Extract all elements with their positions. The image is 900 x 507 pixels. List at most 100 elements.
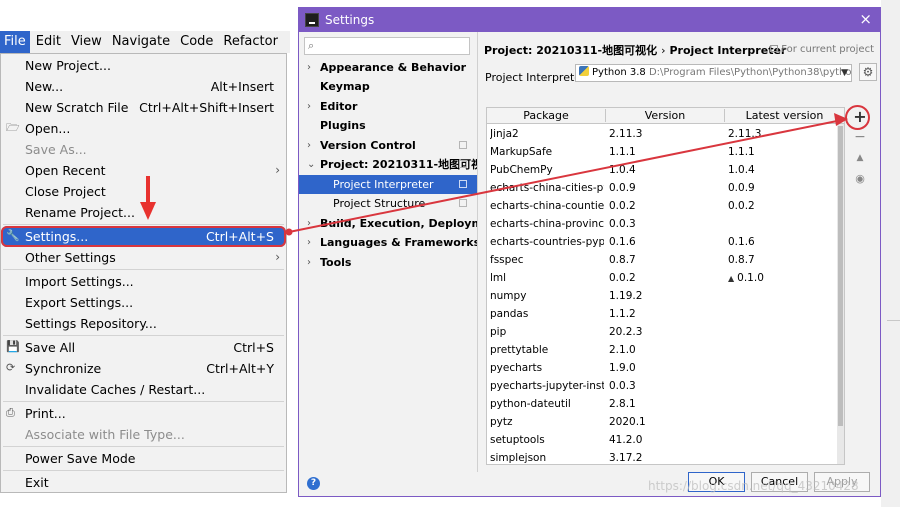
dialog-titlebar: Settings × xyxy=(299,8,880,32)
latest-version-text: 1.1.1 xyxy=(728,146,755,158)
chevron-right-icon[interactable]: › xyxy=(307,97,311,116)
menu-item-label: Other Settings xyxy=(25,250,116,265)
package-row[interactable]: pandas 1.1.2 xyxy=(487,305,844,323)
menu-refactor[interactable]: Refactor xyxy=(219,31,282,53)
interpreter-select[interactable]: Python 3.8 D:\Program Files\Python\Pytho… xyxy=(575,64,852,82)
file-menu-item[interactable]: ⟳ Synchronize Ctrl+Alt+Y xyxy=(1,358,286,379)
settings-tree-item[interactable]: › Languages & Frameworks xyxy=(299,233,480,252)
package-row[interactable]: prettytable 2.1.0 xyxy=(487,341,844,359)
menu-item-label: Power Save Mode xyxy=(25,451,136,466)
menu-item-label: Save All xyxy=(25,340,76,355)
package-row[interactable]: pip 20.2.3 xyxy=(487,323,844,341)
menu-separator xyxy=(3,401,284,402)
file-menu-item[interactable]: Power Save Mode xyxy=(1,448,286,469)
settings-tree-item[interactable]: Plugins xyxy=(299,116,477,135)
file-menu-item[interactable]: New Project... xyxy=(1,55,286,76)
file-menu-item[interactable]: New Scratch File Ctrl+Alt+Shift+Insert xyxy=(1,97,286,118)
file-menu-item[interactable]: Settings Repository... xyxy=(1,313,286,334)
settings-tree-item[interactable]: › Tools xyxy=(299,253,477,272)
package-row[interactable]: echarts-countries-pypkg 0.1.6 0.1.6 xyxy=(487,233,844,251)
settings-tree-item[interactable]: › Appearance & Behavior xyxy=(299,58,477,77)
menu-item-label: Close Project xyxy=(25,184,106,199)
eye-icon[interactable]: ◉ xyxy=(850,170,870,188)
settings-tree-item[interactable]: Project Structure xyxy=(299,194,477,213)
chevron-right-icon[interactable]: › xyxy=(307,136,311,155)
settings-tree-item[interactable]: Keymap xyxy=(299,77,477,96)
chevron-right-icon[interactable]: › xyxy=(307,253,311,272)
menu-navigate[interactable]: Navigate xyxy=(108,31,174,53)
settings-tree-item[interactable]: › Build, Execution, Deployment xyxy=(299,214,503,233)
settings-tree-item[interactable]: › Editor xyxy=(299,97,477,116)
file-menu-item[interactable]: Exit xyxy=(1,472,286,493)
package-row[interactable]: fsspec 0.8.7 0.8.7 xyxy=(487,251,844,269)
interpreter-label: Project Interpreter: xyxy=(485,71,590,84)
printer-icon: ⎙ xyxy=(6,406,15,419)
package-latest-version: 1.1.1 xyxy=(728,143,842,161)
menu-view[interactable]: View xyxy=(67,31,106,53)
settings-tree-label: Version Control xyxy=(320,139,416,152)
package-name: MarkupSafe xyxy=(490,146,553,158)
file-menu-item[interactable]: 🗁 Open... xyxy=(1,118,286,139)
package-row[interactable]: pyecharts 1.9.0 xyxy=(487,359,844,377)
package-row[interactable]: lml 0.0.2 ▲ 0.1.0 xyxy=(487,269,844,287)
menu-file[interactable]: File xyxy=(0,31,30,53)
file-menu-item[interactable]: 💾 Save All Ctrl+S xyxy=(1,337,286,358)
package-row[interactable]: pyecharts-jupyter-instal... 0.0.3 xyxy=(487,377,844,395)
package-row[interactable]: setuptools 41.2.0 xyxy=(487,431,844,449)
file-menu-item[interactable]: Import Settings... xyxy=(1,271,286,292)
menu-code[interactable]: Code xyxy=(176,31,217,53)
package-row[interactable]: numpy 1.19.2 xyxy=(487,287,844,305)
package-row[interactable]: simplejson 3.17.2 xyxy=(487,449,844,464)
file-menu-item[interactable]: New... Alt+Insert xyxy=(1,76,286,97)
package-version: 1.0.4 xyxy=(609,164,636,176)
column-header-version[interactable]: Version xyxy=(606,109,725,122)
menu-separator xyxy=(3,224,284,225)
help-button[interactable]: ? xyxy=(307,477,320,490)
menu-item-shortcut: Ctrl+Alt+Shift+Insert xyxy=(139,100,274,115)
column-header-package[interactable]: Package xyxy=(487,109,606,122)
package-latest-version: 0.1.6 xyxy=(728,233,842,251)
package-row[interactable]: MarkupSafe 1.1.1 1.1.1 xyxy=(487,143,844,161)
upgrade-package-button[interactable]: ▲ xyxy=(850,149,870,167)
package-name: echarts-china-counties-... xyxy=(490,200,604,212)
file-menu-item[interactable]: Export Settings... xyxy=(1,292,286,313)
menu-item-shortcut: Ctrl+Alt+Y xyxy=(206,361,274,376)
package-name: simplejson xyxy=(490,452,547,464)
menu-edit[interactable]: Edit xyxy=(32,31,65,53)
gear-icon[interactable]: ⚙ xyxy=(859,63,877,81)
file-menu-item[interactable]: Invalidate Caches / Restart... xyxy=(1,379,286,400)
package-row[interactable]: echarts-china-province... 0.0.3 xyxy=(487,215,844,233)
package-row[interactable]: echarts-china-counties-... 0.0.2 0.0.2 xyxy=(487,197,844,215)
save-icon: 💾 xyxy=(6,340,20,353)
package-row[interactable]: python-dateutil 2.8.1 xyxy=(487,395,844,413)
table-scrollbar[interactable] xyxy=(837,124,844,464)
chevron-down-icon: ▼ xyxy=(841,68,848,78)
package-latest-version: ▲ 0.1.0 xyxy=(728,269,842,288)
settings-tree-label: Build, Execution, Deployment xyxy=(320,217,504,230)
file-menu-dropdown: New Project... New... Alt+Insert New Scratc… xyxy=(0,53,287,493)
add-package-button[interactable]: + xyxy=(850,108,870,126)
pycharm-app-icon xyxy=(305,13,319,27)
file-menu-item[interactable]: ⎙ Print... xyxy=(1,403,286,424)
menu-item-label: Open Recent xyxy=(25,163,106,178)
latest-version-text: 0.1.6 xyxy=(728,236,755,248)
package-version: 1.1.1 xyxy=(609,146,636,158)
package-row[interactable]: echarts-china-cities-py... 0.0.9 0.0.9 xyxy=(487,179,844,197)
chevron-down-icon[interactable]: ⌄ xyxy=(307,155,315,174)
file-menu-item[interactable]: Other Settings › xyxy=(1,247,286,268)
settings-tree-item[interactable]: › Version Control xyxy=(299,136,477,155)
settings-tree-item[interactable]: Project Interpreter xyxy=(299,175,477,194)
package-row[interactable]: Jinja2 2.11.3 2.11.3 xyxy=(487,125,844,143)
chevron-right-icon[interactable]: › xyxy=(307,58,311,77)
settings-search-input[interactable]: ⌕ xyxy=(304,37,470,55)
package-version: 2.1.0 xyxy=(609,344,636,356)
file-menu-item[interactable]: 🔧 Settings... Ctrl+Alt+S xyxy=(1,226,286,247)
settings-tree-item[interactable]: ⌄ Project: 20210311-地图可视化 xyxy=(299,155,493,174)
remove-package-button[interactable]: − xyxy=(850,128,870,146)
close-icon[interactable]: × xyxy=(859,10,872,28)
chevron-right-icon[interactable]: › xyxy=(307,214,311,233)
package-row[interactable]: pytz 2020.1 xyxy=(487,413,844,431)
chevron-right-icon[interactable]: › xyxy=(307,233,311,252)
package-row[interactable]: PubChemPy 1.0.4 1.0.4 xyxy=(487,161,844,179)
column-header-latest[interactable]: Latest version xyxy=(725,109,844,122)
